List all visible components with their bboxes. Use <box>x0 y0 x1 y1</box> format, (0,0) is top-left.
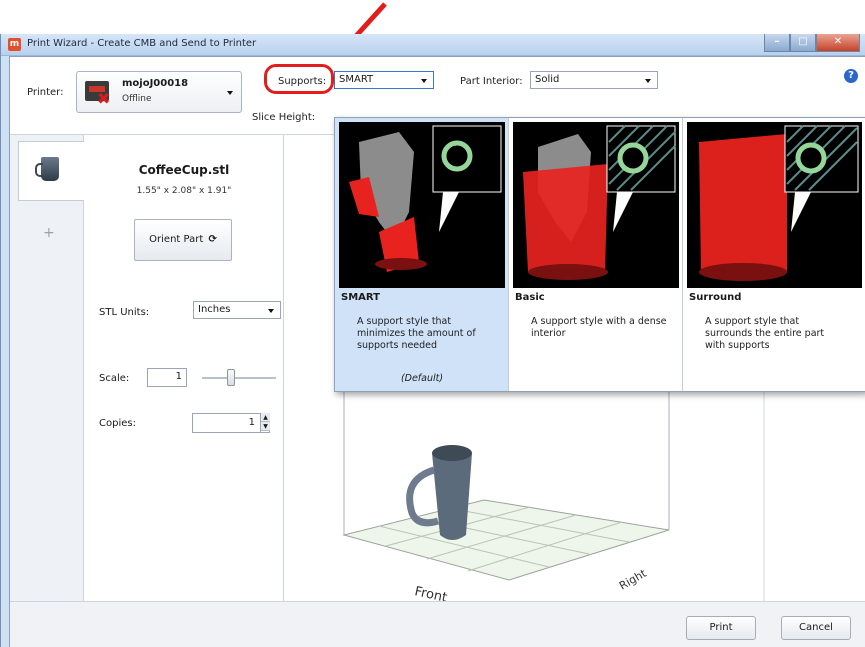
chevron-down-icon <box>645 79 651 83</box>
chevron-down-icon <box>227 91 233 95</box>
stepper-up-icon[interactable]: ▲ <box>261 413 270 422</box>
annotation-highlight-ring <box>264 64 334 94</box>
support-option-name: Surround <box>689 292 742 303</box>
copies-input[interactable]: 1 <box>192 413 270 433</box>
basic-support-preview <box>513 122 679 288</box>
minimize-button[interactable]: – <box>764 34 790 52</box>
add-part-button[interactable]: + <box>43 225 55 241</box>
surround-support-preview <box>687 122 862 288</box>
mug-icon <box>35 157 59 181</box>
refresh-icon: ⟳ <box>208 234 217 245</box>
support-option-basic[interactable]: Basic A support style with a dense inter… <box>509 118 683 391</box>
support-option-description: A support style with a dense interior <box>531 316 667 339</box>
scale-label: Scale: <box>99 373 130 384</box>
stl-units-dropdown[interactable]: Inches <box>193 301 281 319</box>
printer-label: Printer: <box>27 87 64 98</box>
scale-slider-track[interactable] <box>202 377 276 379</box>
copies-label: Copies: <box>99 418 136 429</box>
stl-units-value: Inches <box>198 304 231 315</box>
part-tabs-rail: + <box>10 135 84 601</box>
scale-input[interactable]: 1 <box>147 368 187 387</box>
front-axis-label: Front <box>413 584 448 601</box>
smart-support-preview <box>339 122 505 288</box>
chevron-down-icon <box>268 309 274 313</box>
help-icon[interactable]: ? <box>844 69 858 83</box>
print-button[interactable]: Print <box>686 616 756 640</box>
printer-name: mojoJ00018 <box>122 78 189 89</box>
part-interior-dropdown[interactable]: Solid <box>530 71 658 89</box>
support-option-description: A support style that surrounds the entir… <box>705 316 825 351</box>
title-bar[interactable]: m Print Wizard - Create CMB and Send to … <box>1 34 865 56</box>
cancel-button[interactable]: Cancel <box>781 616 851 640</box>
wizard-footer: Print Cancel <box>10 601 865 647</box>
print-wizard-window: m Print Wizard - Create CMB and Send to … <box>0 34 865 647</box>
maximize-button[interactable]: □ <box>790 34 816 52</box>
part-interior-value: Solid <box>535 74 560 85</box>
supports-options-panel: SMART A support style that minimizes the… <box>334 117 865 392</box>
part-interior-label: Part Interior: <box>460 76 523 87</box>
copies-stepper[interactable]: ▲ ▼ <box>260 413 270 433</box>
slice-height-label: Slice Height: <box>252 112 316 123</box>
stepper-down-icon[interactable]: ▼ <box>261 422 270 431</box>
support-option-surround[interactable]: Surround A support style that surrounds … <box>683 118 865 391</box>
part-tab-coffeecup[interactable] <box>18 141 84 201</box>
printer-selector[interactable]: ✖ mojoJ00018 Offline <box>76 71 242 113</box>
chevron-down-icon <box>421 79 427 83</box>
stl-units-label: STL Units: <box>99 307 150 318</box>
app-icon: m <box>8 38 21 51</box>
default-note: (Default) <box>400 373 444 384</box>
support-option-smart[interactable]: SMART A support style that minimizes the… <box>335 118 509 391</box>
supports-dropdown[interactable]: SMART <box>334 71 434 89</box>
offline-x-icon: ✖ <box>97 89 111 108</box>
support-option-name: SMART <box>341 292 380 303</box>
supports-value: SMART <box>339 74 374 85</box>
support-option-description: A support style that minimizes the amoun… <box>357 316 476 351</box>
printer-status: Offline <box>122 94 152 104</box>
orient-part-label: Orient Part <box>149 234 204 245</box>
part-settings-panel: CoffeeCup.stl 1.55" x 2.08" x 1.91" Orie… <box>84 135 284 601</box>
part-name: CoffeeCup.stl <box>138 163 230 177</box>
scale-slider-thumb[interactable] <box>227 369 235 386</box>
orient-part-button[interactable]: Orient Part ⟳ <box>134 219 232 261</box>
wizard-client-area: Printer: ✖ mojoJ00018 Offline Supports: … <box>9 56 865 647</box>
window-title: Print Wizard - Create CMB and Send to Pr… <box>27 38 257 49</box>
right-axis-label: Right <box>617 567 649 593</box>
support-option-name: Basic <box>515 292 545 303</box>
part-dimensions: 1.55" x 2.08" x 1.91" <box>136 186 232 196</box>
close-button[interactable]: ✕ <box>816 34 860 52</box>
